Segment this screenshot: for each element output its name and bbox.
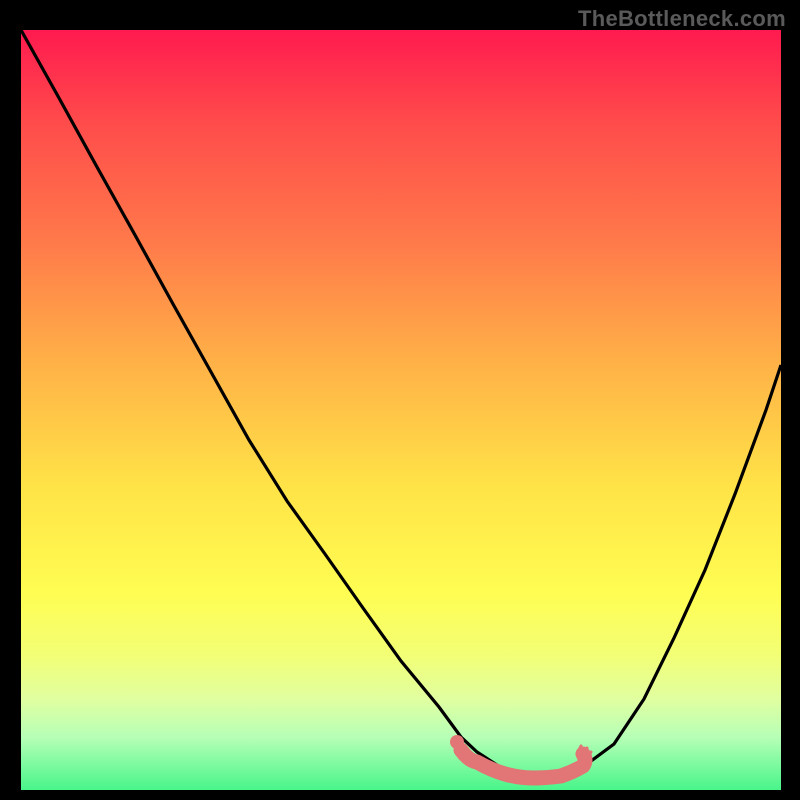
curve-svg [21,30,781,790]
bottom-border [21,790,781,792]
chart-container: TheBottleneck.com [0,0,800,800]
watermark-text: TheBottleneck.com [578,6,786,32]
plot-area [21,30,781,790]
bottleneck-curve [21,30,781,775]
marker-dot-left [450,735,464,749]
